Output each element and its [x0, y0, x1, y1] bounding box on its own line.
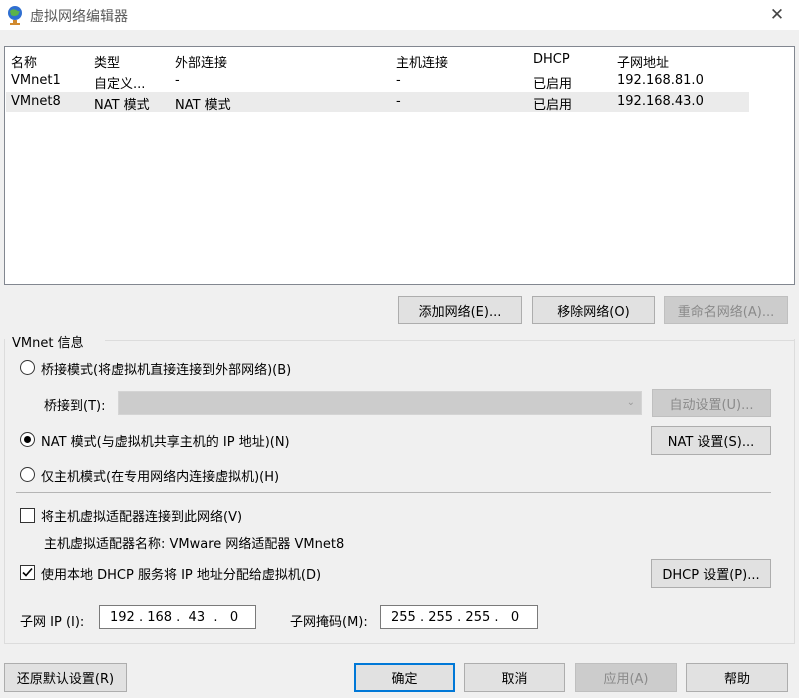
row-cell-external: -: [175, 73, 180, 88]
ok-button[interactable]: 确定: [354, 663, 455, 692]
dhcp-settings-button[interactable]: DHCP 设置(P)...: [651, 559, 771, 588]
restore-defaults-button[interactable]: 还原默认设置(R): [4, 663, 127, 692]
nat-settings-button[interactable]: NAT 设置(S)...: [651, 426, 771, 455]
bridge-to-label: 桥接到(T):: [44, 399, 106, 414]
subnet-mask-input[interactable]: 255 . 255 . 255 . 0: [380, 605, 538, 629]
column-header-dhcp[interactable]: DHCP: [533, 52, 570, 67]
close-icon: ✕: [769, 5, 785, 25]
row-cell-dhcp: 已启用: [533, 98, 573, 113]
adapter-name-label: 主机虚拟适配器名称: VMware 网络适配器 VMnet8: [44, 537, 345, 552]
host-only-label[interactable]: 仅主机模式(在专用网络内连接虚拟机)(H): [41, 466, 279, 485]
network-list[interactable]: 名称 类型 外部连接 主机连接 DHCP 子网地址 VMnet1 自定义... …: [4, 46, 795, 285]
use-dhcp-checkbox[interactable]: [20, 565, 35, 580]
host-only-radio[interactable]: [20, 467, 35, 482]
remove-network-button[interactable]: 移除网络(O): [532, 296, 655, 324]
subnet-ip-input[interactable]: 192 . 168 . 43 . 0: [99, 605, 256, 629]
globe-icon: [6, 5, 24, 25]
column-header-type[interactable]: 类型: [94, 52, 120, 71]
apply-button[interactable]: 应用(A): [575, 663, 677, 692]
row-cell-type: 自定义...: [94, 77, 146, 92]
row-cell-host: -: [396, 73, 401, 88]
auto-settings-button[interactable]: 自动设置(U)...: [652, 389, 771, 417]
subnet-mask-label: 子网掩码(M):: [290, 615, 368, 630]
chevron-down-icon: ⌄: [626, 397, 635, 408]
row-cell-name: VMnet1: [11, 73, 61, 88]
column-header-subnet[interactable]: 子网地址: [617, 52, 669, 71]
help-button[interactable]: 帮助: [686, 663, 788, 692]
connect-adapter-label[interactable]: 将主机虚拟适配器连接到此网络(V): [41, 506, 242, 525]
add-network-button[interactable]: 添加网络(E)...: [398, 296, 522, 324]
use-dhcp-label[interactable]: 使用本地 DHCP 服务将 IP 地址分配给虚拟机(D): [41, 564, 321, 583]
row-cell-external: NAT 模式: [175, 98, 231, 113]
row-cell-subnet: 192.168.43.0: [617, 94, 704, 109]
nat-mode-label[interactable]: NAT 模式(与虚拟机共享主机的 IP 地址)(N): [41, 431, 290, 450]
row-cell-host: -: [396, 94, 401, 109]
row-cell-type: NAT 模式: [94, 98, 150, 113]
bridge-mode-label[interactable]: 桥接模式(将虚拟机直接连接到外部网络)(B): [41, 359, 291, 378]
bridge-to-select[interactable]: ⌄: [118, 391, 642, 415]
window-title: 虚拟网络编辑器: [30, 9, 128, 25]
bridge-mode-radio[interactable]: [20, 360, 35, 375]
connect-adapter-checkbox[interactable]: [20, 508, 35, 523]
column-header-external[interactable]: 外部连接: [175, 52, 227, 71]
column-header-name[interactable]: 名称: [11, 52, 37, 71]
vmnet-info-title: VMnet 信息: [12, 332, 88, 351]
divider: [16, 492, 771, 493]
group-border-top: [105, 340, 795, 341]
column-header-host[interactable]: 主机连接: [396, 52, 448, 71]
rename-network-button[interactable]: 重命名网络(A)...: [664, 296, 788, 324]
row-cell-name: VMnet8: [11, 94, 61, 109]
row-cell-dhcp: 已启用: [533, 77, 573, 92]
subnet-ip-label: 子网 IP (I):: [20, 615, 85, 630]
row-cell-subnet: 192.168.81.0: [617, 73, 704, 88]
nat-mode-radio[interactable]: [20, 432, 35, 447]
close-button[interactable]: ✕: [762, 2, 792, 28]
checkmark-icon: [22, 567, 33, 577]
cancel-button[interactable]: 取消: [464, 663, 565, 692]
